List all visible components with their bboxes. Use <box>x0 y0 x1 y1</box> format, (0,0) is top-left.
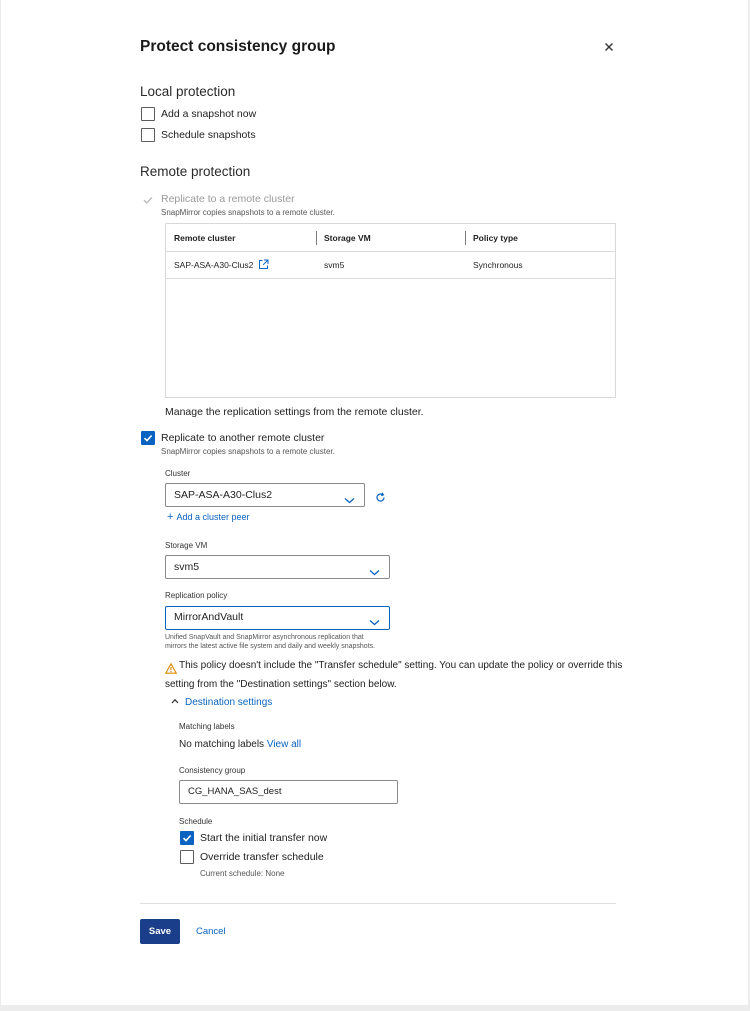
storage-vm-select[interactable]: svm5 <box>165 555 390 579</box>
consistency-group-field-label: Consistency group <box>179 766 246 775</box>
storage-vm-field-label: Storage VM <box>165 541 208 550</box>
warning-icon <box>164 661 178 674</box>
start-transfer-label: Start the initial transfer now <box>200 832 328 844</box>
start-transfer-checkbox[interactable] <box>180 831 194 845</box>
add-snapshot-checkbox[interactable] <box>141 107 155 121</box>
manage-replication-note: Manage the replication settings from the… <box>165 406 424 418</box>
footer-divider <box>140 903 616 904</box>
override-schedule-checkbox[interactable] <box>180 850 194 864</box>
add-snapshot-label: Add a snapshot now <box>161 108 257 120</box>
view-all-link[interactable]: View all <box>267 739 301 750</box>
matching-labels-value: No matching labels View all <box>179 739 301 750</box>
cancel-button[interactable]: Cancel <box>196 919 226 944</box>
destination-settings-toggle[interactable]: Destination settings <box>171 696 272 708</box>
storage-vm-select-value: svm5 <box>174 561 200 573</box>
local-protection-heading: Local protection <box>140 84 236 99</box>
column-header-remote-cluster: Remote cluster <box>174 233 236 243</box>
replicate-another-label: Replicate to another remote cluster <box>161 432 325 444</box>
consistency-group-input[interactable]: CG_HANA_SAS_dest <box>179 780 398 804</box>
replication-policy-select[interactable]: MirrorAndVault <box>165 606 390 630</box>
refresh-icon[interactable] <box>375 490 386 502</box>
matching-labels-text: No matching labels <box>179 739 265 750</box>
remote-cluster-table: Remote cluster Storage VM Policy type SA… <box>165 223 616 398</box>
cluster-select[interactable]: SAP-ASA-A30-Clus2 <box>165 483 365 507</box>
replicate-remote-sub: SnapMirror copies snapshots to a remote … <box>161 208 335 217</box>
add-cluster-peer-link[interactable]: + Add a cluster peer <box>167 511 249 523</box>
chevron-down-icon <box>369 563 380 576</box>
policy-description-line: Unified SnapVault and SnapMirror asynchr… <box>165 634 364 641</box>
schedule-label: Schedule <box>179 817 213 826</box>
cluster-field-label: Cluster <box>165 469 191 478</box>
remote-cluster-name: SAP-ASA-A30-Clus2 <box>174 260 254 270</box>
replicate-remote-label: Replicate to a remote cluster <box>161 193 295 205</box>
external-link-icon <box>258 254 269 281</box>
warning-message-line-2: setting from the "Destination settings" … <box>165 679 397 690</box>
remote-cluster-link[interactable]: SAP-ASA-A30-Clus2 <box>174 252 269 279</box>
column-separator <box>465 231 466 245</box>
matching-labels-label: Matching labels <box>179 722 235 731</box>
chevron-down-icon <box>344 491 355 504</box>
column-header-storage-vm: Storage VM <box>324 233 371 243</box>
save-button[interactable]: Save <box>140 919 180 944</box>
warning-message-line-1: This policy doesn't include the "Transfe… <box>179 660 623 671</box>
override-schedule-label: Override transfer schedule <box>200 851 324 863</box>
column-header-policy-type: Policy type <box>473 233 518 243</box>
policy-type-cell: Synchronous <box>473 260 523 270</box>
dialog-title: Protect consistency group <box>140 38 336 55</box>
cluster-select-value: SAP-ASA-A30-Clus2 <box>174 489 273 501</box>
protect-cg-dialog: Protect consistency group Local protecti… <box>1 0 748 1005</box>
remote-protection-heading: Remote protection <box>140 164 251 179</box>
table-row-divider <box>166 278 615 279</box>
plus-icon: + <box>167 511 174 523</box>
destination-settings-label: Destination settings <box>185 697 273 708</box>
replicate-another-sub: SnapMirror copies snapshots to a remote … <box>161 447 335 456</box>
current-schedule-text: Current schedule: None <box>200 869 285 878</box>
column-separator <box>316 231 317 245</box>
replication-policy-select-value: MirrorAndVault <box>174 611 244 623</box>
schedule-snapshots-label: Schedule snapshots <box>161 129 256 141</box>
chevron-up-icon <box>171 696 179 707</box>
disabled-check-icon <box>142 193 154 205</box>
schedule-snapshots-checkbox[interactable] <box>141 128 155 142</box>
chevron-down-icon <box>369 614 380 626</box>
replicate-another-checkbox[interactable] <box>141 431 155 445</box>
policy-description: Unified SnapVault and SnapMirror asynchr… <box>165 633 375 651</box>
close-icon[interactable] <box>602 40 616 54</box>
add-cluster-peer-label: Add a cluster peer <box>176 512 250 522</box>
policy-description-line: mirrors the latest active file system an… <box>165 643 376 650</box>
replication-policy-field-label: Replication policy <box>165 591 228 600</box>
storage-vm-cell: svm5 <box>324 260 345 270</box>
